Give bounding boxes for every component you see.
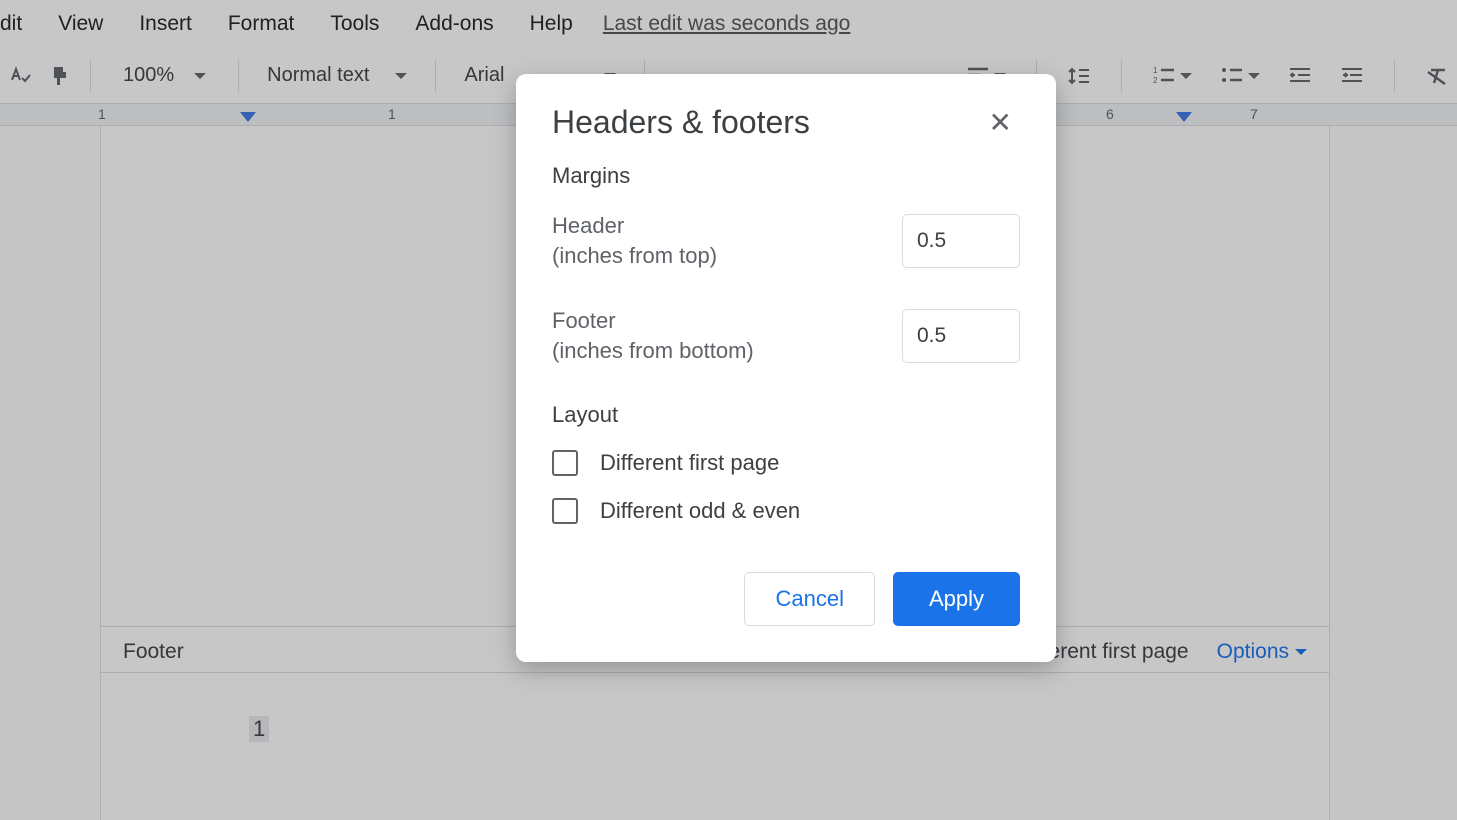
- different-first-page-row: Different first page: [552, 450, 1020, 476]
- close-button[interactable]: ✕: [981, 102, 1020, 143]
- headers-footers-dialog: Headers & footers ✕ Margins Header (inch…: [516, 74, 1056, 662]
- footer-margin-label: Footer (inches from bottom): [552, 306, 754, 365]
- apply-button[interactable]: Apply: [893, 572, 1020, 626]
- layout-section-title: Layout: [552, 402, 1020, 428]
- footer-margin-row: Footer (inches from bottom): [552, 306, 1020, 365]
- different-odd-even-checkbox[interactable]: [552, 498, 578, 524]
- different-odd-even-row: Different odd & even: [552, 498, 1020, 524]
- footer-margin-input[interactable]: [902, 309, 1020, 363]
- header-margin-input[interactable]: [902, 214, 1020, 268]
- header-margin-label: Header (inches from top): [552, 211, 717, 270]
- header-margin-row: Header (inches from top): [552, 211, 1020, 270]
- different-first-page-checkbox[interactable]: [552, 450, 578, 476]
- margins-section-title: Margins: [552, 163, 1020, 189]
- dialog-title: Headers & footers: [552, 104, 810, 141]
- cancel-button[interactable]: Cancel: [744, 572, 874, 626]
- different-first-page-label: Different first page: [600, 450, 779, 476]
- different-odd-even-label: Different odd & even: [600, 498, 800, 524]
